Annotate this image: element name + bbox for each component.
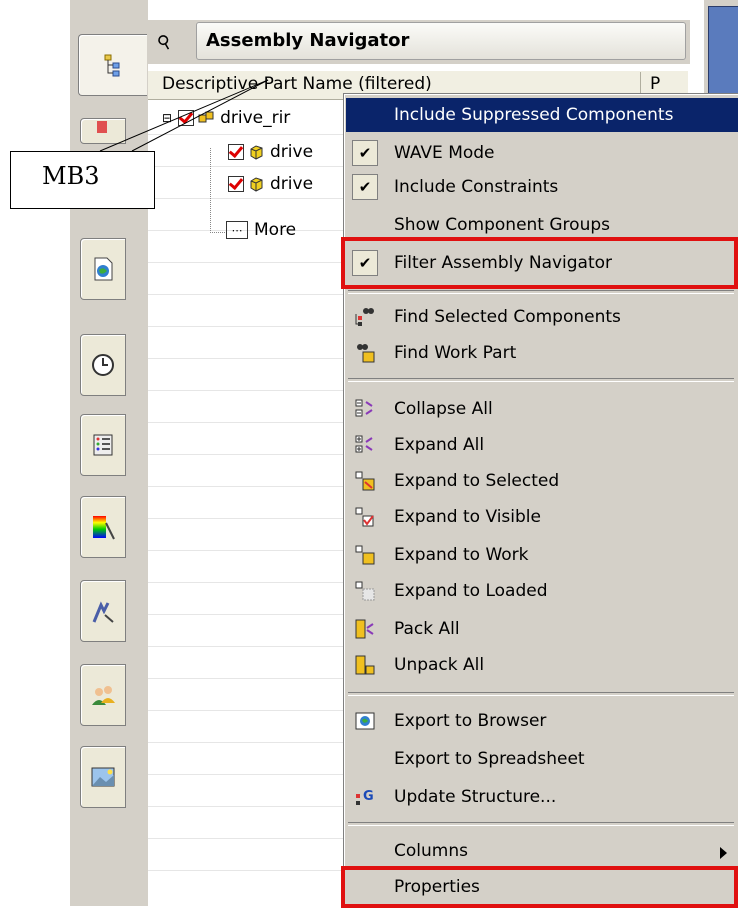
menu-item-expand-all[interactable]: Expand All — [346, 428, 738, 462]
tab-visualization[interactable] — [80, 496, 126, 558]
checked-red-icon[interactable] — [228, 144, 244, 160]
process-icon — [92, 601, 114, 623]
checkmark-icon: ✔ — [352, 174, 378, 200]
web-browser-icon — [94, 257, 113, 281]
update-structure-icon: G — [354, 786, 376, 808]
menu-item-expand-to-selected[interactable]: Expand to Selected — [346, 464, 738, 498]
tab-history[interactable] — [80, 334, 126, 396]
mb3-callout-label: MB3 — [42, 162, 100, 190]
tree-connector — [210, 148, 225, 233]
tree-row-label: drive — [270, 174, 314, 194]
menu-item-wave-mode[interactable]: ✔ WAVE Mode — [346, 136, 738, 170]
menu-separator — [348, 692, 734, 696]
menu-item-unpack-all[interactable]: Unpack All — [346, 648, 738, 682]
menu-item-expand-to-visible[interactable]: Expand to Visible — [346, 500, 738, 534]
expand-to-loaded-icon — [354, 580, 376, 602]
menu-item-label: Export to Browser — [394, 711, 547, 731]
menu-item-label: Unpack All — [394, 655, 485, 675]
highlight-box-properties — [341, 866, 738, 908]
part-cube-icon — [248, 144, 264, 160]
menu-item-label: Include Suppressed Components — [394, 105, 674, 125]
menu-item-label: Columns — [394, 841, 468, 861]
part-navigator-icon — [97, 121, 107, 133]
tab-process[interactable] — [80, 580, 126, 642]
menu-separator — [348, 378, 734, 382]
tab-part-navigator[interactable] — [80, 118, 126, 144]
assembly-icon — [198, 110, 214, 126]
tree-row-root[interactable]: ⊟ drive_rir — [162, 102, 290, 134]
tab-roles[interactable] — [80, 664, 126, 726]
collapse-toggle-icon[interactable]: ⊟ — [162, 111, 172, 125]
highlight-box-filter-assembly-navigator — [341, 237, 738, 289]
pack-all-icon — [354, 618, 376, 640]
menu-item-collapse-all[interactable]: Collapse All — [346, 392, 738, 426]
menu-item-pack-all[interactable]: Pack All — [346, 612, 738, 646]
reuse-library-icon — [93, 434, 113, 456]
svg-text:G: G — [363, 789, 374, 804]
tree-row-more[interactable]: ⋯ More — [226, 214, 296, 246]
expand-to-work-icon — [354, 544, 376, 566]
menu-item-label: Expand to Visible — [394, 507, 541, 527]
menu-item-label: Expand to Loaded — [394, 581, 548, 601]
menu-item-label: Find Work Part — [394, 343, 517, 363]
menu-item-include-constraints[interactable]: ✔ Include Constraints — [346, 170, 738, 204]
export-browser-icon — [354, 710, 376, 732]
expand-to-selected-icon — [354, 470, 376, 492]
menu-separator — [348, 290, 734, 294]
checked-red-icon[interactable] — [228, 176, 244, 192]
panel-title: Assembly Navigator — [206, 30, 410, 51]
expand-all-icon — [354, 434, 376, 456]
menu-item-find-selected-components[interactable]: Find Selected Components — [346, 300, 738, 334]
menu-item-export-to-spreadsheet[interactable]: Export to Spreadsheet — [346, 742, 738, 776]
roles-icon — [92, 686, 115, 705]
tab-reuse-library[interactable] — [80, 414, 126, 476]
menu-item-export-to-browser[interactable]: Export to Browser — [346, 704, 738, 738]
find-work-part-icon — [354, 342, 376, 364]
menu-item-columns[interactable]: Columns — [346, 834, 738, 868]
menu-item-label: Expand to Selected — [394, 471, 560, 491]
part-cube-icon — [248, 176, 264, 192]
collapse-all-icon — [354, 398, 376, 420]
submenu-arrow-icon — [720, 847, 727, 859]
menu-item-update-structure[interactable]: G Update Structure... — [346, 780, 738, 814]
menu-item-expand-to-loaded[interactable]: Expand to Loaded — [346, 574, 738, 608]
expand-to-visible-icon — [354, 506, 376, 528]
system-scenes-icon — [91, 767, 115, 787]
column-header-p[interactable]: P — [650, 74, 660, 94]
checkmark-icon: ✔ — [352, 140, 378, 166]
tree-row-child[interactable]: drive — [228, 136, 313, 168]
menu-item-label: Export to Spreadsheet — [394, 749, 585, 769]
menu-item-label: Pack All — [394, 619, 460, 639]
menu-item-label: Show Component Groups — [394, 215, 610, 235]
find-selected-icon — [354, 306, 376, 328]
tree-row-label: drive_rir — [220, 108, 291, 128]
history-icon — [92, 354, 114, 376]
tab-assembly-navigator[interactable] — [78, 34, 147, 96]
tree-row-child[interactable]: drive — [228, 168, 313, 200]
assembly-navigator-icon — [104, 54, 120, 77]
checked-red-icon[interactable] — [178, 110, 195, 126]
menu-item-label: Include Constraints — [394, 177, 559, 197]
tab-web-browser[interactable] — [80, 238, 126, 300]
menu-item-find-work-part[interactable]: Find Work Part — [346, 336, 738, 370]
menu-item-label: WAVE Mode — [394, 143, 495, 163]
menu-item-label: Update Structure... — [394, 787, 557, 807]
tab-system-scenes[interactable] — [80, 746, 126, 808]
menu-item-label: Find Selected Components — [394, 307, 621, 327]
menu-item-label: Expand to Work — [394, 545, 529, 565]
column-header-descriptive-part-name[interactable]: Descriptive Part Name (filtered) — [162, 74, 432, 94]
menu-item-include-suppressed-components[interactable]: Include Suppressed Components — [346, 98, 738, 132]
more-icon: ⋯ — [226, 221, 248, 239]
menu-item-label: Collapse All — [394, 399, 493, 419]
tree-row-label: More — [254, 220, 297, 240]
tree-row-label: drive — [270, 142, 314, 162]
menu-item-expand-to-work[interactable]: Expand to Work — [346, 538, 738, 572]
unpack-all-icon — [354, 654, 376, 676]
menu-separator — [348, 822, 734, 826]
menu-item-label: Expand All — [394, 435, 485, 455]
visualization-icon — [93, 516, 115, 540]
